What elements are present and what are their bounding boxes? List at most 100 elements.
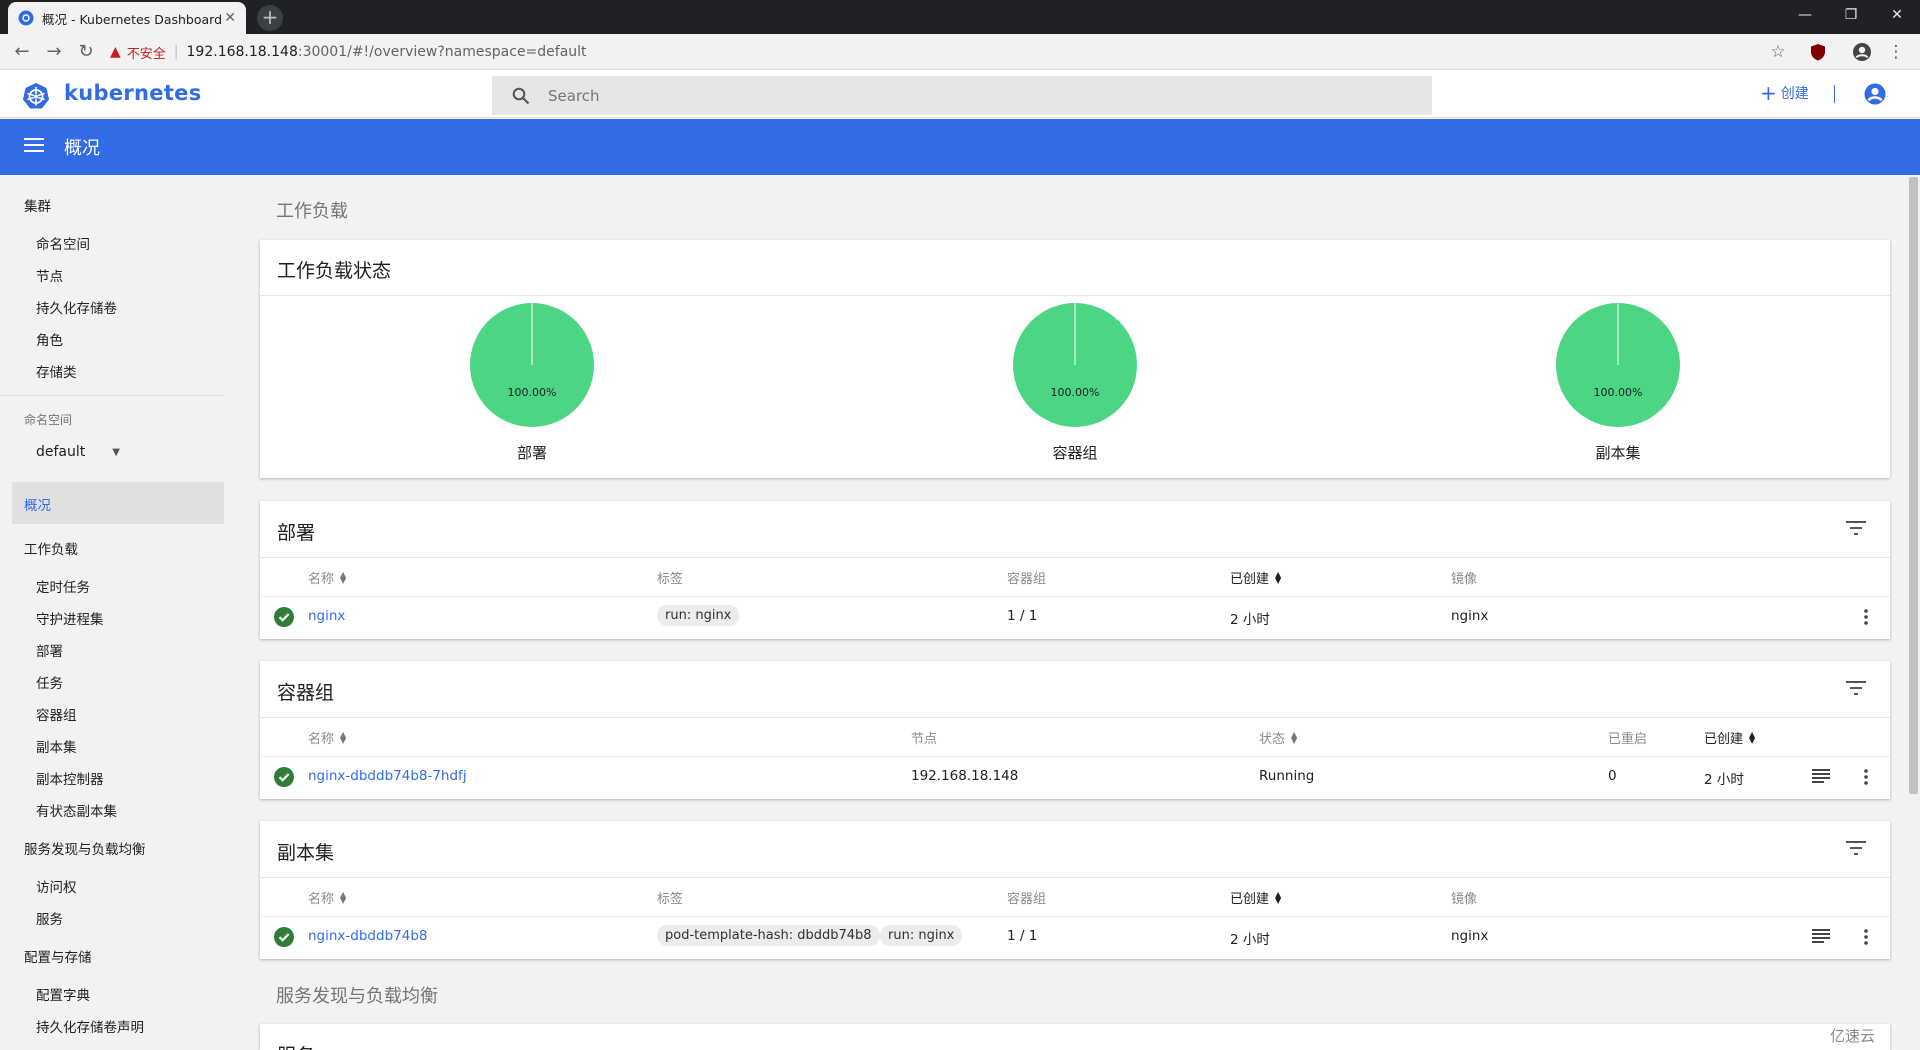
hamburger-menu-icon[interactable] — [24, 137, 44, 153]
back-icon[interactable]: ← — [6, 34, 38, 70]
sidebar-item-overview[interactable]: 概况 — [24, 494, 51, 514]
sidebar-item-jobs[interactable]: 任务 — [36, 672, 63, 692]
column-header-created[interactable]: 已创建 ▲ ▼ — [1230, 568, 1281, 587]
deployment-name-link[interactable]: nginx — [308, 608, 345, 624]
sidebar-section-cluster[interactable]: 集群 — [24, 195, 51, 215]
profile-icon[interactable] — [1848, 38, 1876, 66]
sidebar-item-pvcs[interactable]: 持久化存储卷声明 — [36, 1016, 144, 1036]
card-divider — [260, 557, 1890, 558]
pods-count: 1 / 1 — [1007, 608, 1038, 624]
new-tab-button[interactable]: + — [257, 5, 283, 31]
sidebar-item-replicasets[interactable]: 副本集 — [36, 736, 77, 756]
column-header-images: 镜像 — [1451, 572, 1478, 587]
pods-pie-chart — [1013, 303, 1137, 427]
deployments-pie-name: 部署 — [516, 444, 547, 462]
chrome-menu-icon[interactable]: ⋮ — [1882, 38, 1910, 66]
filter-icon[interactable] — [1846, 841, 1866, 855]
bookmark-star-icon[interactable]: ☆ — [1764, 38, 1792, 66]
column-header-created[interactable]: 已创建 ▲ ▼ — [1704, 728, 1755, 747]
sidebar-section-workloads[interactable]: 工作负载 — [24, 538, 78, 558]
search-bar[interactable] — [492, 76, 1432, 115]
create-button[interactable]: + 创建 — [1760, 83, 1809, 103]
sidebar-item-configmaps[interactable]: 配置字典 — [36, 984, 90, 1004]
sidebar-item-roles[interactable]: 角色 — [36, 329, 63, 349]
row-divider — [260, 916, 1890, 917]
tab-title: 概况 - Kubernetes Dashboard — [42, 11, 223, 27]
replicasets-pie-name: 副本集 — [1595, 444, 1641, 462]
replicaset-name-link[interactable]: nginx-dbddb74b8 — [308, 928, 427, 944]
account-icon[interactable] — [1864, 83, 1886, 105]
minimize-button[interactable]: — — [1782, 0, 1828, 30]
sidebar-item-storage-classes[interactable]: 存储类 — [36, 361, 77, 381]
search-icon — [512, 87, 530, 104]
namespace-select[interactable]: default ▼ — [36, 444, 120, 460]
sort-icon: ▲ ▼ — [340, 729, 347, 745]
sidebar-item-namespaces[interactable]: 命名空间 — [36, 233, 90, 253]
pod-status: Running — [1259, 768, 1315, 784]
pods-count: 1 / 1 — [1007, 928, 1038, 944]
reload-icon[interactable]: ↻ — [70, 34, 102, 70]
row-divider — [260, 596, 1890, 597]
sidebar-item-nodes[interactable]: 节点 — [36, 265, 63, 285]
logs-icon[interactable] — [1812, 769, 1830, 783]
sort-active-icon: ▲ ▼ — [1275, 569, 1282, 585]
column-header-status[interactable]: 状态 ▲ ▼ — [1259, 728, 1297, 747]
sidebar-item-statefulsets[interactable]: 有状态副本集 — [36, 800, 117, 820]
sidebar-item-daemonsets[interactable]: 守护进程集 — [36, 608, 104, 628]
browser-tab[interactable]: 概况 - Kubernetes Dashboard ✕ — [8, 2, 246, 34]
column-header-labels: 标签 — [657, 572, 684, 587]
filter-icon[interactable] — [1846, 521, 1866, 535]
namespace-selector-label: 命名空间 — [24, 413, 73, 427]
column-header-created-label: 已创建 — [1230, 892, 1270, 907]
deployments-title: 部署 — [277, 522, 316, 544]
sidebar-item-cronjobs[interactable]: 定时任务 — [36, 576, 90, 596]
column-header-name[interactable]: 名称 ▲ ▼ — [308, 888, 346, 907]
sidebar-item-deployments[interactable]: 部署 — [36, 640, 63, 660]
sidebar-section-config-storage[interactable]: 配置与存储 — [24, 946, 92, 966]
tab-close-icon[interactable]: ✕ — [224, 10, 236, 26]
more-actions-icon[interactable] — [1864, 929, 1868, 945]
forward-icon[interactable]: → — [38, 34, 70, 70]
pods-card: 容器组 名称 ▲ ▼ 节点 状态 ▲ ▼ 已重启 已创建 ▲ ▼ nginx-dbddb74… — [260, 661, 1890, 799]
sidebar-item-replication-controllers[interactable]: 副本控制器 — [36, 768, 104, 788]
discovery-heading: 服务发现与负载均衡 — [276, 986, 438, 1007]
sidebar-item-services[interactable]: 服务 — [36, 908, 63, 928]
plus-icon: + — [1760, 81, 1777, 105]
address-bar[interactable]: ▲ 不安全 | 192.168.18.148:30001/#!/overview… — [110, 38, 1790, 66]
sort-active-icon: ▲ ▼ — [1749, 729, 1756, 745]
brand-name[interactable]: kubernetes — [64, 81, 202, 105]
card-divider — [260, 295, 1890, 296]
sidebar-section-discovery[interactable]: 服务发现与负载均衡 — [24, 838, 146, 858]
sidebar-item-ingresses[interactable]: 访问权 — [36, 876, 77, 896]
kubernetes-logo-icon[interactable] — [22, 82, 50, 110]
sidebar-item-pods[interactable]: 容器组 — [36, 704, 77, 724]
deployments-pie-percent: 100.00% — [507, 386, 557, 399]
scrollbar-thumb[interactable] — [1909, 177, 1918, 794]
card-divider — [260, 877, 1890, 878]
pod-name-link[interactable]: nginx-dbddb74b8-7hdfj — [308, 768, 467, 784]
sort-icon: ▲ ▼ — [1291, 729, 1298, 745]
ublock-extension-icon[interactable] — [1804, 38, 1832, 66]
pods-title: 容器组 — [277, 682, 335, 704]
more-actions-icon[interactable] — [1864, 769, 1868, 785]
column-header-name-label: 名称 — [308, 892, 335, 907]
dropdown-caret-icon: ▼ — [112, 446, 120, 458]
warning-icon: ▲ — [110, 44, 121, 60]
more-actions-icon[interactable] — [1864, 609, 1868, 625]
column-header-name[interactable]: 名称 ▲ ▼ — [308, 568, 346, 587]
app-header: kubernetes + 创建 — [0, 70, 1920, 118]
filter-icon[interactable] — [1846, 681, 1866, 695]
browser-toolbar: ← → ↻ ▲ 不安全 | 192.168.18.148:30001/#!/ov… — [0, 34, 1920, 70]
card-divider — [260, 717, 1890, 718]
sidebar-item-persistent-volumes[interactable]: 持久化存储卷 — [36, 297, 117, 317]
restore-button[interactable]: ❐ — [1828, 0, 1874, 30]
logs-icon[interactable] — [1812, 929, 1830, 943]
page-title: 概况 — [64, 138, 100, 159]
row-divider — [260, 756, 1890, 757]
column-header-name[interactable]: 名称 ▲ ▼ — [308, 728, 346, 747]
column-header-created[interactable]: 已创建 ▲ ▼ — [1230, 888, 1281, 907]
workloads-heading: 工作负载 — [276, 201, 348, 222]
search-input[interactable] — [546, 85, 1346, 106]
sort-icon: ▲ ▼ — [340, 569, 347, 585]
close-window-button[interactable]: ✕ — [1874, 0, 1920, 30]
